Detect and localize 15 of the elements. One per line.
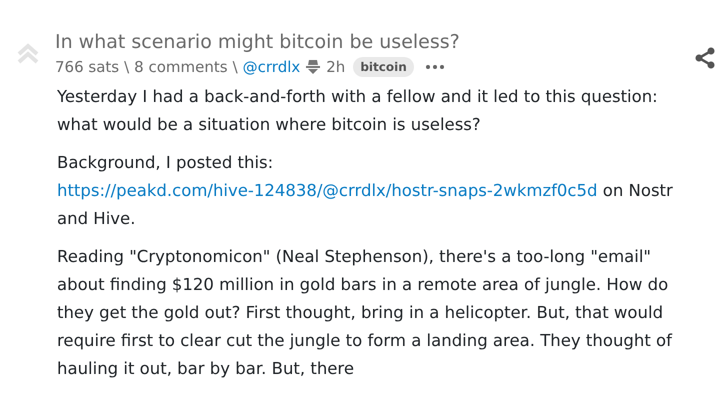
tag-badge[interactable]: bitcoin	[353, 57, 414, 77]
more-icon[interactable]	[424, 64, 445, 70]
sats-count: 766 sats	[55, 58, 120, 76]
paragraph: Yesterday I had a back-and-forth with a fellow and it led to this question: what would be a situation where bitcoin is useless?	[57, 86, 659, 136]
post-age: 2h	[326, 58, 346, 76]
separator: \	[232, 58, 238, 76]
post-title[interactable]: In what scenario might bitcoin be useless?	[55, 30, 460, 54]
paragraph: Background, I posted this: https://peakd.com/hive-124838/@crrdlx/hostr-snaps-2wkmzf0c5d on Nostr and Hive.	[57, 152, 674, 230]
hat-icon	[305, 59, 322, 75]
author-link[interactable]: @crrdlx	[242, 58, 300, 76]
paragraph: Reading "Cryptonomicon" (Neal Stephenson), there's a too-long "email" about finding $120 million in gold bars in a remote area of jungle. How do they get the gold out? First thought, bring in a helicopter. But, that would require first to clear cut the jungle to form a landing area. They thought of hauling it out, bar by bar. But, there	[57, 246, 674, 380]
share-icon[interactable]	[693, 46, 717, 70]
separator: \	[124, 58, 130, 76]
post-link[interactable]: https://peakd.com/hive-124838/@crrdlx/hostr-snaps-2wkmzf0c5d	[57, 181, 598, 200]
comments-link[interactable]: 8 comments	[134, 58, 228, 76]
